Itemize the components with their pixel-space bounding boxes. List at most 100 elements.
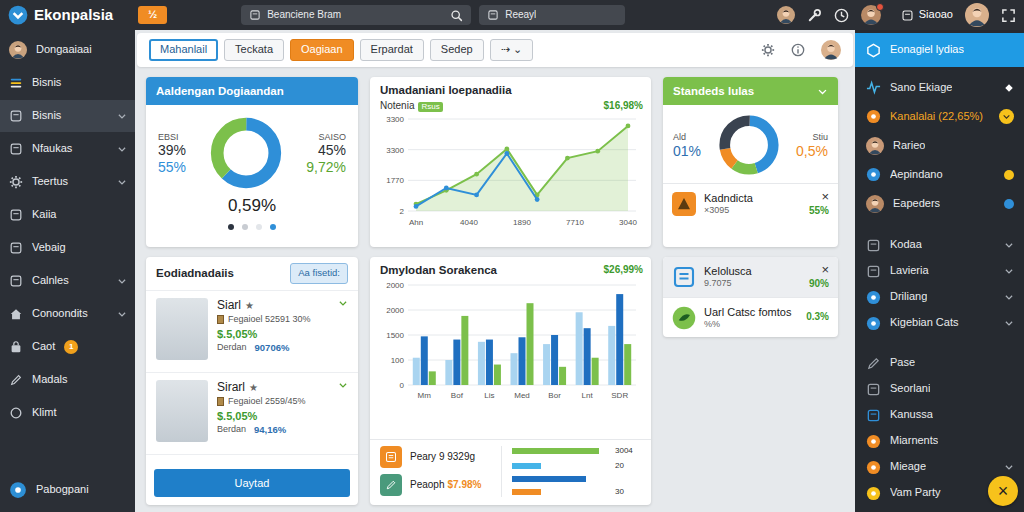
panel-item[interactable]: Pase [855,350,1024,376]
profile-photo[interactable] [777,6,795,24]
legend-label: EBSI [158,132,179,142]
star: ★ [249,381,258,394]
square-icon [9,142,23,156]
toolbar-tab[interactable]: Oagiaan [290,39,354,60]
sidebar-label: Teertus [32,175,68,189]
status-dot [1004,199,1014,209]
legend-value: 39% [158,142,186,158]
donut-legend: Stiu0,5% [796,132,828,158]
filter-button[interactable]: Aa fisetid: [290,263,348,283]
meter-fill [512,448,599,454]
list-item[interactable]: Kelolusca9.7075×90% [663,257,838,297]
sidebar-item[interactable]: Conoondits [0,298,135,330]
legend-value: 0,5% [796,143,828,159]
item-subtitle: %% [704,319,798,330]
square-icon [9,208,23,222]
summary-card: Aaldengan DogiaandanEBSI39%55%SAISO45%9,… [146,77,358,247]
rate-value: 94,16% [254,424,286,436]
panel-item[interactable]: Driliang [855,284,1024,310]
toolbar-tab[interactable]: ⇢ ⌄ [490,39,533,60]
person-row[interactable]: Sirarl★Fegaioel 2559/45%$.5,05%Berdan94,… [146,373,358,455]
y-tick: 3300 [386,115,404,124]
close-button[interactable]: × [821,190,829,203]
user-avatar[interactable] [965,3,989,27]
panel-item[interactable]: Kigebian Cats [855,310,1024,336]
chevron-icon [117,309,127,319]
fab-button[interactable]: × [988,476,1018,506]
sidebar-item[interactable]: Bisnis [0,67,135,99]
panel-item[interactable]: Eapeders [855,189,1024,218]
search-field[interactable]: Beanciene Bram [241,5,471,25]
panel-item[interactable]: Eonagiel lydias [855,33,1024,67]
brand[interactable]: Ekonpalsia [8,5,130,25]
sidebar-item[interactable]: Pabogpani [0,474,135,506]
y-tick: 3300 [386,146,404,155]
panel-item[interactable]: Rarieo [855,131,1024,160]
sidebar-item[interactable]: Calnles [0,265,135,297]
chevron-icon [817,86,828,97]
name-line: Sirarl★ [217,380,306,396]
person-info: Siarl★Fegaioel 52591 30%$.5,05%Derdan907… [217,298,311,354]
notifications-avatar[interactable] [861,5,881,25]
sidebar-item[interactable]: Klimt [0,397,135,429]
person-row[interactable]: Siarl★Fegaioel 52591 30%$.5,05%Derdan907… [146,291,358,373]
sidebar-item[interactable]: Bisnis [0,100,135,132]
chevron-icon [117,144,127,154]
card-title: Umadaniani loepanadiia [380,83,643,97]
avatar-icon [821,40,841,60]
list-item[interactable]: Kadndicta×3095×55% [663,183,838,224]
pager-dot[interactable] [256,224,262,230]
panel-group: KodaaLavieria Driliang Kigebian Cats [855,232,1024,336]
sidebar-item[interactable]: Kaiia [0,199,135,231]
card-title: Dmylodan Sorakenca [380,263,497,277]
panel-item[interactable]: Sano Ekiage [855,73,1024,102]
header-badge[interactable]: ½ [138,6,167,24]
alerts-card: Kelolusca9.7075×90%Uarl Catsc fomtos%%0.… [663,257,838,337]
item-meta: ×90% [809,263,829,291]
trail-mark [1004,199,1014,209]
sidebar-item[interactable]: Nfaukas [0,133,135,165]
person-name: Siarl [217,298,241,314]
series-area [416,126,628,211]
bar [494,365,501,385]
y-tick: 2000 [386,306,404,315]
user-menu[interactable]: Siaoao [901,8,953,22]
action-button[interactable]: Uaytad [154,469,350,498]
bar [608,326,615,385]
wrench-icon [807,8,822,23]
panel-item[interactable]: Kanalalai (22,65%) [855,102,1024,131]
panel-item[interactable]: Seorlani [855,376,1024,402]
list-item[interactable]: Uarl Catsc fomtos%%0.3% [663,297,838,337]
panel-label: Driliang [890,290,927,304]
meter-track [512,476,607,482]
sidebar-item[interactable]: Caot1 [0,331,135,363]
pager-dot[interactable] [270,224,276,230]
panel-item[interactable]: Kanussa [855,402,1024,428]
avatar-icon [9,41,27,59]
sidebar-item[interactable]: Teertus [0,166,135,198]
x-tick: 7710 [566,218,584,227]
panel-item[interactable]: Aepindano [855,160,1024,189]
sidebar-item[interactable]: Vebaig [0,232,135,264]
panel-label: Sano Ekiage [890,81,952,95]
pager-dot[interactable] [242,224,248,230]
donut-legend: SAISO45%9,72% [306,132,346,175]
toolbar-tab[interactable]: Sedep [430,39,484,60]
toolbar-tab[interactable]: Mahanlail [149,39,218,60]
sidebar-item[interactable]: Dongaaiaai [0,34,135,66]
close-button[interactable]: × [821,263,829,276]
panel-item[interactable]: Lavieria [855,258,1024,284]
stat-row: Peary 9 9329g [380,446,493,468]
panel-item[interactable]: Miarnents [855,428,1024,454]
filter-field[interactable]: Reeayl [479,5,625,25]
pager-dot[interactable] [228,224,234,230]
toolbar-tab[interactable]: Erpardat [360,39,424,60]
toolbar-tab[interactable]: Teckata [224,39,284,60]
bar [445,360,452,385]
rate-label: Derdan [217,342,247,354]
panel-item[interactable]: Kodaa [855,232,1024,258]
meter-list: 30042030 [512,446,641,497]
main-area: Mahanlail Teckata Oagiaan Erpardat Sedep ⇢ ⌄ A… [135,30,855,512]
doc-icon [672,265,696,289]
sidebar-item[interactable]: Madals [0,364,135,396]
